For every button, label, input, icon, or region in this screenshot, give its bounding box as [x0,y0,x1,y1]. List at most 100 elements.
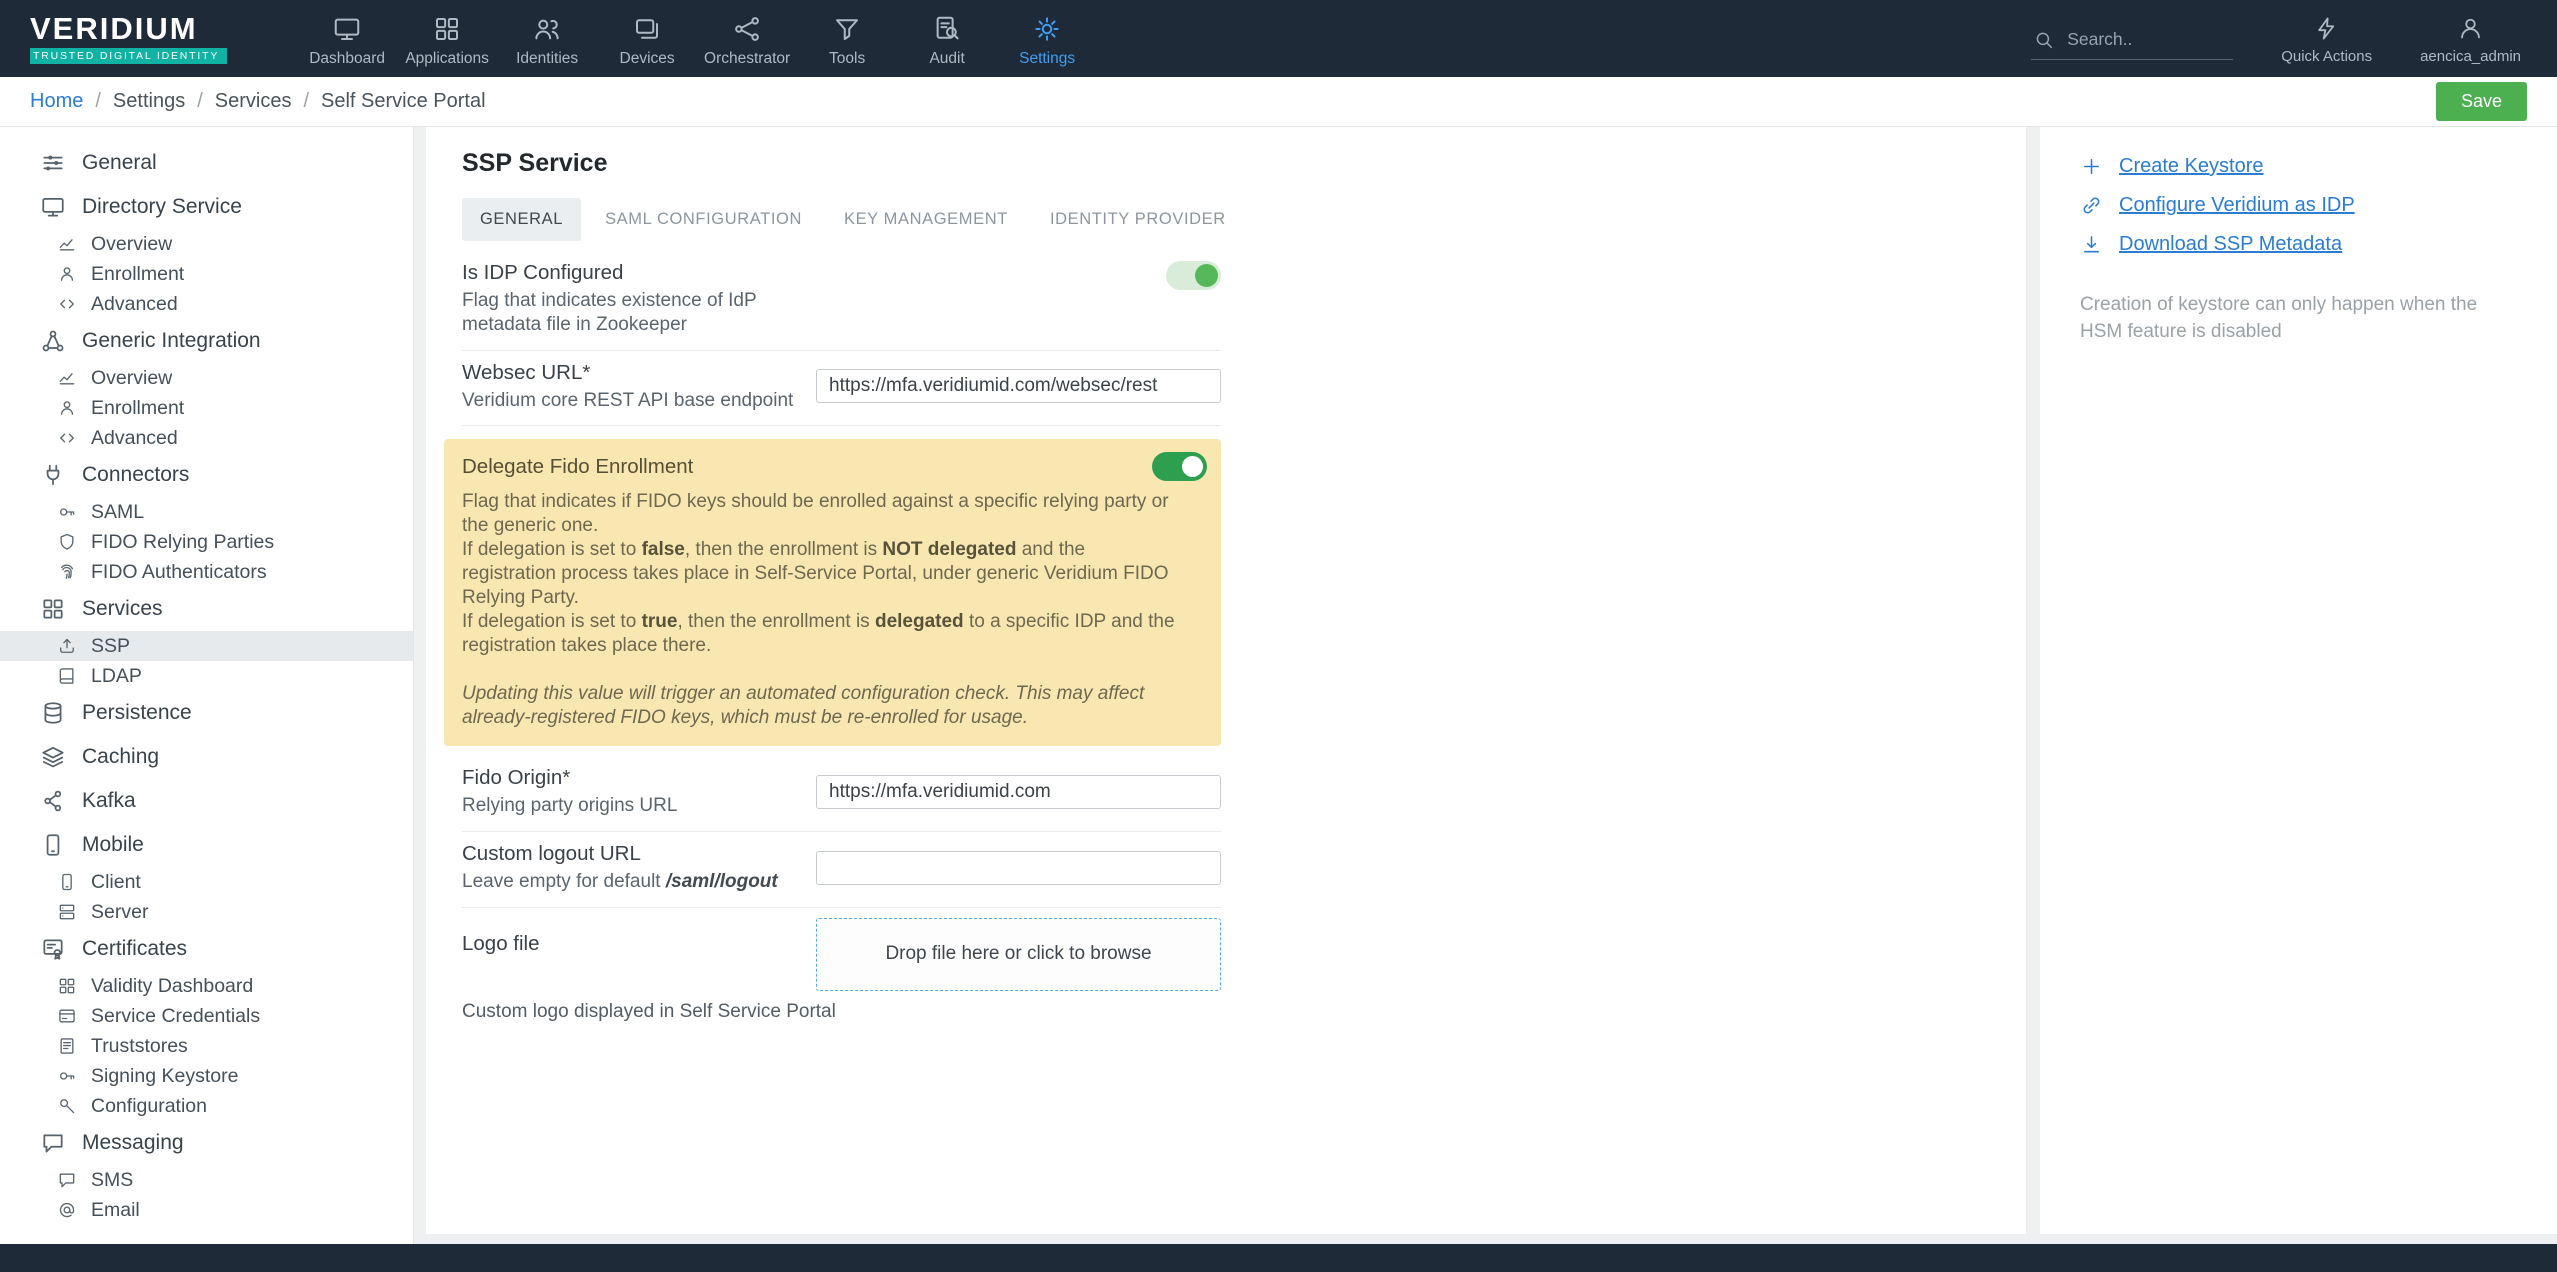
phone-icon [40,832,66,858]
sidebar-item-label: SMS [91,1168,134,1191]
code-icon [57,294,77,314]
sidebar-item-kafka[interactable]: Kafka [0,779,413,823]
download-ssp-metadata-link[interactable]: Download SSP Metadata [2080,233,2517,256]
sidebar-item-saml[interactable]: SAML [0,497,413,527]
nav-item-label: Identities [516,50,579,67]
sidebar-item-services[interactable]: Services [0,587,413,631]
sidebar-item-directory-overview[interactable]: Overview [0,229,413,259]
nav-item-tools[interactable]: Tools [797,9,897,68]
logo-dropzone[interactable]: Drop file here or click to browse [816,917,1221,991]
sidebar-item-label: Email [91,1198,140,1221]
breadcrumb-services[interactable]: Services [215,90,292,113]
tab-identity-provider[interactable]: IDENTITY PROVIDER [1032,198,1244,241]
layers-icon [40,744,66,770]
certificate-icon [40,936,66,962]
chat-icon [40,1130,66,1156]
sidebar-item-caching[interactable]: Caching [0,735,413,779]
field-fido-origin: Fido Origin* Relying party origins URL [462,756,1221,832]
sidebar-item-label: Enrollment [91,396,185,419]
sidebar-item-fido-relying-parties[interactable]: FIDO Relying Parties [0,527,413,557]
field-label: Delegate Fido Enrollment [462,454,694,478]
link-icon [2080,194,2103,217]
search-input[interactable] [2065,28,2220,51]
field-is-idp-configured: Is IDP Configured Flag that indicates ex… [462,251,1221,351]
delegate-description: Flag that indicates if FIDO keys should … [462,490,1207,730]
configure-veridium-as-idp-link[interactable]: Configure Veridium as IDP [2080,194,2517,217]
sidebar-item-configuration[interactable]: Configuration [0,1091,413,1121]
sidebar-item-label: Overview [91,366,173,389]
create-keystore-link[interactable]: Create Keystore [2080,155,2517,178]
user-menu[interactable]: aencica_admin [2420,15,2521,65]
chart-icon [57,368,77,388]
sidebar-item-general[interactable]: General [0,141,413,185]
delegate-fido-enrollment-toggle[interactable] [1152,452,1207,482]
tab-saml-configuration[interactable]: SAML CONFIGURATION [587,198,820,241]
nav-item-orchestrator[interactable]: Orchestrator [697,9,797,68]
breadcrumb-settings[interactable]: Settings [113,90,185,113]
sidebar-item-truststores[interactable]: Truststores [0,1031,413,1061]
sidebar-item-generic-enrollment[interactable]: Enrollment [0,393,413,423]
is-idp-configured-toggle[interactable] [1166,261,1221,290]
sidebar-item-directory-service[interactable]: Directory Service [0,185,413,229]
sidebar-item-label: Generic Integration [82,329,261,352]
nav-item-devices[interactable]: Devices [597,9,697,68]
sidebar-item-certificates[interactable]: Certificates [0,927,413,971]
action-label: Create Keystore [2119,155,2264,177]
fido-origin-input[interactable] [816,775,1221,810]
sidebar-item-fido-authenticators[interactable]: FIDO Authenticators [0,557,413,587]
toggle-knob [1195,264,1218,287]
sidebar-item-service-credentials[interactable]: Service Credentials [0,1001,413,1031]
nav-item-label: Tools [829,50,866,67]
veridium-logo[interactable]: VERIDIUM TRUSTED DIGITAL IDENTITY [30,13,228,64]
sidebar-item-client[interactable]: Client [0,867,413,897]
sidebar-item-generic-overview[interactable]: Overview [0,363,413,393]
sidebar-item-label: Validity Dashboard [91,974,254,997]
sidebar-item-server[interactable]: Server [0,897,413,927]
delegate-desc-line: If delegation is set to false, then the … [462,539,1169,609]
grid-icon [40,596,66,622]
sidebar-item-ldap[interactable]: LDAP [0,661,413,691]
sidebar-item-connectors[interactable]: Connectors [0,453,413,497]
sidebar-item-signing-keystore[interactable]: Signing Keystore [0,1061,413,1091]
grid-icon [57,976,77,996]
nav-item-identities[interactable]: Identities [497,9,597,68]
server-icon [57,902,77,922]
tab-key-management[interactable]: KEY MANAGEMENT [826,198,1026,241]
sidebar-item-mobile[interactable]: Mobile [0,823,413,867]
custom-logout-url-input[interactable] [816,850,1221,885]
applications-icon [432,14,462,44]
logo-help-text: Custom logo displayed in Self Service Po… [462,1000,836,1022]
sidebar-item-directory-advanced[interactable]: Advanced [0,289,413,319]
sidebar-item-label: Services [82,597,163,620]
nav-item-dashboard[interactable]: Dashboard [297,9,397,68]
sidebar-item-directory-enrollment[interactable]: Enrollment [0,259,413,289]
plus-icon [2080,155,2103,178]
sidebar-item-generic-advanced[interactable]: Advanced [0,423,413,453]
nav-item-applications[interactable]: Applications [397,9,497,68]
sidebar-item-messaging[interactable]: Messaging [0,1121,413,1165]
nav-item-audit[interactable]: Audit [897,9,997,68]
default-logout-path: /saml/logout [665,871,778,892]
monitor-icon [40,194,66,220]
bottom-bar [0,1244,2557,1272]
sidebar-item-label: Messaging [82,1131,184,1154]
quick-actions-button[interactable]: Quick Actions [2281,15,2372,65]
sidebar-item-sms[interactable]: SMS [0,1165,413,1195]
nav-item-label: Orchestrator [704,50,791,67]
delegate-warning-note: Updating this value will trigger an auto… [462,683,1145,729]
keystore-hsm-note: Creation of keystore can only happen whe… [2080,294,2478,342]
code-icon [57,428,77,448]
sidebar-item-ssp[interactable]: SSP [0,631,413,661]
sidebar-item-email[interactable]: Email [0,1195,413,1225]
sidebar-item-label: Mobile [82,833,144,856]
sidebar-item-generic-integration[interactable]: Generic Integration [0,319,413,363]
action-label: Download SSP Metadata [2119,233,2343,255]
sidebar-item-persistence[interactable]: Persistence [0,691,413,735]
nav-item-settings[interactable]: Settings [997,9,1097,68]
breadcrumb-home[interactable]: Home [30,90,83,113]
sidebar-item-validity-dashboard[interactable]: Validity Dashboard [0,971,413,1001]
save-button[interactable]: Save [2435,82,2527,121]
websec-url-input[interactable] [816,369,1221,404]
tab-general[interactable]: GENERAL [462,198,582,241]
sms-icon [57,1170,77,1190]
